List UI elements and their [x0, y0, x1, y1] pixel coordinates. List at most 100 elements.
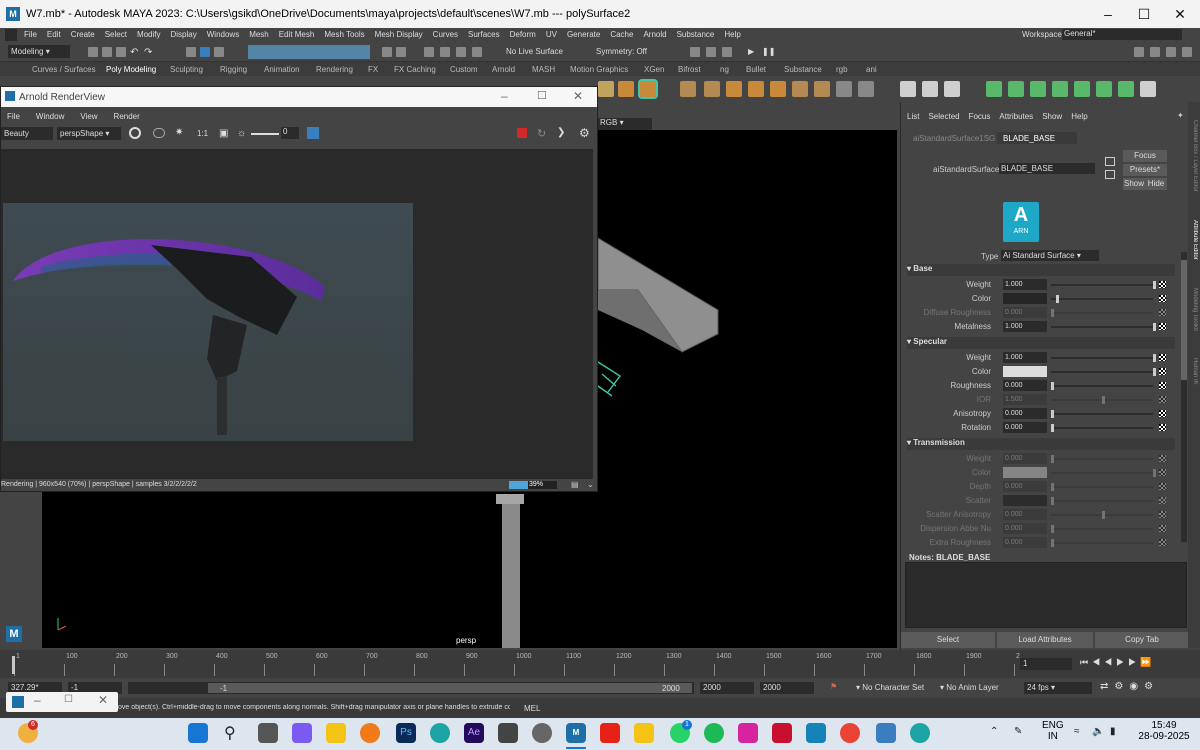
attr-slider-knob[interactable]	[1051, 424, 1054, 432]
combine-icon[interactable]	[704, 81, 720, 97]
attr-slider[interactable]	[1051, 497, 1153, 505]
snap-toolbar[interactable]	[248, 45, 370, 59]
shelf-tab-rigging[interactable]: Rigging	[220, 65, 247, 74]
language-indicator[interactable]: ENG IN	[1042, 720, 1064, 742]
attr-slider[interactable]	[1051, 354, 1156, 362]
section-header-base[interactable]: ▾ Base	[907, 264, 1175, 276]
map-button-icon[interactable]	[1159, 382, 1166, 389]
ae-scrollbar-thumb[interactable]	[1181, 260, 1187, 380]
map-button-icon[interactable]	[1159, 424, 1166, 431]
ae-scrollbar[interactable]	[1181, 252, 1187, 542]
map-button-icon[interactable]	[1159, 511, 1166, 518]
attr-slider-knob[interactable]	[1153, 469, 1156, 477]
shelf-tab-sculpting[interactable]: Sculpting	[170, 65, 203, 74]
menu-create[interactable]: Create	[71, 30, 95, 39]
attr-slider-knob[interactable]	[1056, 295, 1060, 303]
attr-slider-knob[interactable]	[1102, 396, 1105, 404]
color-swatch[interactable]	[1003, 293, 1047, 304]
attr-slider-knob[interactable]	[1102, 511, 1105, 519]
plane-icon[interactable]	[1074, 81, 1090, 97]
attr-slider[interactable]	[1051, 281, 1156, 289]
shelf-tab-poly-modeling[interactable]: Poly Modeling	[106, 65, 156, 74]
exposure-field[interactable]: 0	[281, 127, 299, 139]
smooth-icon[interactable]	[748, 81, 764, 97]
rv-menu-view[interactable]: View	[80, 112, 97, 121]
attr-value-field[interactable]: 0.000	[1003, 408, 1047, 419]
side-tab-attribute-editor[interactable]: Attribute Editor	[1190, 220, 1198, 278]
attr-slider[interactable]	[1051, 410, 1153, 418]
connect-icon[interactable]	[922, 81, 938, 97]
clock[interactable]: 15:49 28-09-2025	[1134, 720, 1194, 742]
channel-dropdown[interactable]: RGB ▾	[598, 118, 652, 130]
windows-start-icon[interactable]	[188, 723, 208, 743]
attr-value-field[interactable]: 0.000	[1003, 523, 1047, 534]
shelf-tab-motion-graphics[interactable]: Motion Graphics	[570, 65, 628, 74]
time-cursor[interactable]	[12, 656, 15, 674]
attr-value-field[interactable]: 1.000	[1003, 321, 1047, 332]
map-button-icon[interactable]	[1159, 539, 1166, 546]
animation-end-field[interactable]: 2000	[760, 682, 814, 694]
pin-icon[interactable]: ✦	[1177, 111, 1184, 120]
construction-history-icon[interactable]	[396, 47, 406, 57]
volume-icon[interactable]: 🔈	[1092, 726, 1104, 737]
menu-windows[interactable]: Windows	[207, 30, 239, 39]
blender-icon[interactable]	[360, 723, 380, 743]
select-component-icon[interactable]	[214, 47, 224, 57]
camera-dropdown[interactable]: perspShape ▾	[57, 127, 121, 140]
history-icon[interactable]	[382, 47, 392, 57]
search-icon[interactable]: ⚲	[224, 723, 244, 743]
shelf-tab-bifrost[interactable]: Bifrost	[678, 65, 701, 74]
presets-button[interactable]: Presets*	[1123, 164, 1167, 176]
menu-generate[interactable]: Generate	[567, 30, 600, 39]
shelf-tab-substance[interactable]: Substance	[784, 65, 822, 74]
side-tab-modeling-toolkit[interactable]: Modeling Toolkit	[1190, 288, 1198, 348]
shelf-tab-mash[interactable]: MASH	[532, 65, 555, 74]
attr-slider-knob[interactable]	[1153, 323, 1156, 331]
minimized-maximize-button[interactable]: ☐	[64, 694, 73, 705]
attr-value-field[interactable]: 0.000	[1003, 307, 1047, 318]
map-button-icon[interactable]	[1159, 410, 1166, 417]
rv-menu-file[interactable]: File	[7, 112, 20, 121]
notes-field[interactable]	[905, 562, 1187, 628]
open-scene-icon[interactable]	[102, 47, 112, 57]
undo-icon[interactable]: ↶	[130, 47, 140, 58]
menu-mesh[interactable]: Mesh	[249, 30, 269, 39]
ipr-render-icon[interactable]	[706, 47, 716, 57]
shelf-tab-rendering[interactable]: Rendering	[316, 65, 353, 74]
output-connection-icon[interactable]	[1105, 170, 1115, 179]
select-object-icon[interactable]	[200, 47, 210, 57]
attr-slider-knob[interactable]	[1051, 497, 1054, 505]
menu-mesh-tools[interactable]: Mesh Tools	[324, 30, 364, 39]
mel-label[interactable]: MEL	[524, 704, 540, 713]
attr-slider-knob[interactable]	[1051, 455, 1054, 463]
renderview-minimize-button[interactable]: –	[501, 89, 508, 103]
section-header-transmission[interactable]: ▾ Transmission	[907, 438, 1175, 450]
menu-display[interactable]: Display	[171, 30, 197, 39]
ae-menu-help[interactable]: Help	[1071, 112, 1087, 121]
multicut-icon[interactable]	[858, 81, 874, 97]
minimized-minimize-button[interactable]: –	[34, 693, 41, 707]
shelf-tab-fx-caching[interactable]: FX Caching	[394, 65, 436, 74]
torus-icon[interactable]	[1096, 81, 1112, 97]
map-button-icon[interactable]	[1159, 323, 1166, 330]
minimized-window[interactable]: – ☐ ✕	[6, 692, 118, 712]
render-settings-icon[interactable]	[722, 47, 732, 57]
render-canvas[interactable]	[1, 149, 593, 479]
auto-key-icon[interactable]: ⚑	[830, 682, 837, 691]
attr-slider[interactable]	[1051, 368, 1156, 376]
shelf-tab-animation[interactable]: Animation	[264, 65, 300, 74]
mirror-icon[interactable]	[792, 81, 808, 97]
view-icon[interactable]	[153, 128, 165, 138]
side-tab-channel-box[interactable]: Channel Box / Layer Editor	[1190, 120, 1198, 220]
maya-home-icon[interactable]: M	[6, 626, 22, 642]
map-button-icon[interactable]	[1159, 469, 1166, 476]
menuset-dropdown[interactable]: Modeling ▾	[8, 45, 70, 58]
color-swatch[interactable]	[1003, 495, 1047, 506]
shelf-tab-fx[interactable]: FX	[368, 65, 378, 74]
save-scene-icon[interactable]	[116, 47, 126, 57]
instagram-icon[interactable]	[738, 723, 758, 743]
menu-deform[interactable]: Deform	[510, 30, 536, 39]
attr-slider[interactable]	[1051, 539, 1153, 547]
poly-tool-icon[interactable]	[598, 81, 614, 97]
hide-button[interactable]: Hide	[1145, 178, 1167, 190]
